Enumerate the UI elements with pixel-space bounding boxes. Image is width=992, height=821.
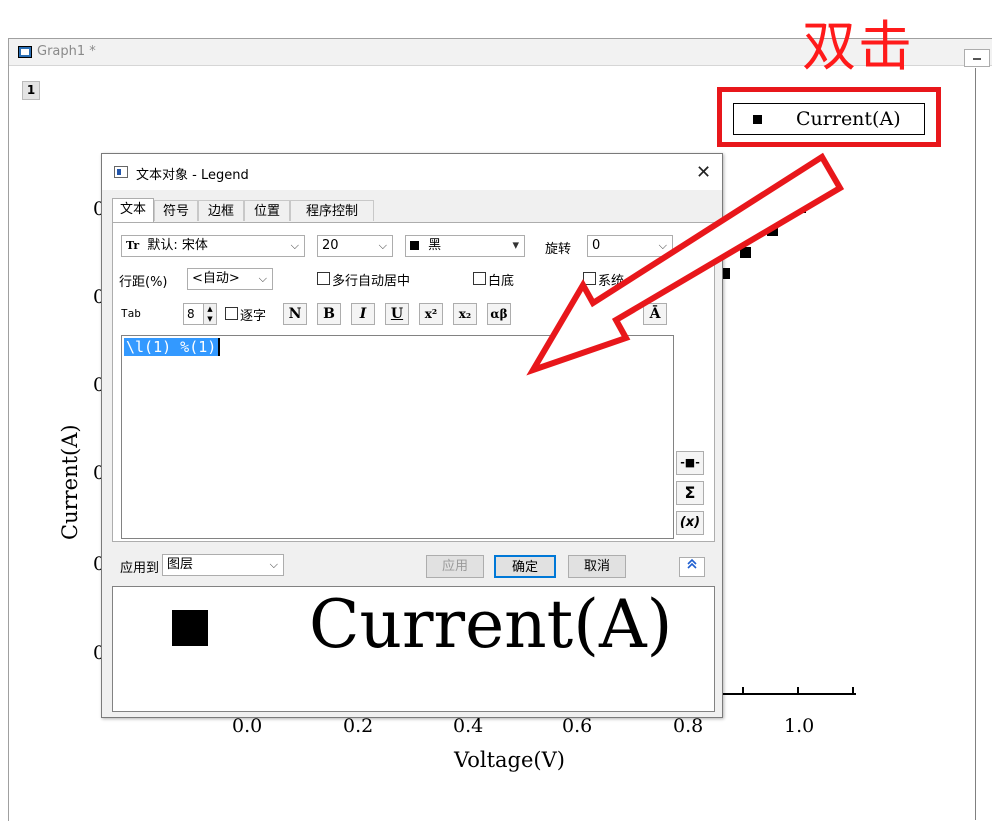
annotation-arrow-icon <box>526 152 845 376</box>
